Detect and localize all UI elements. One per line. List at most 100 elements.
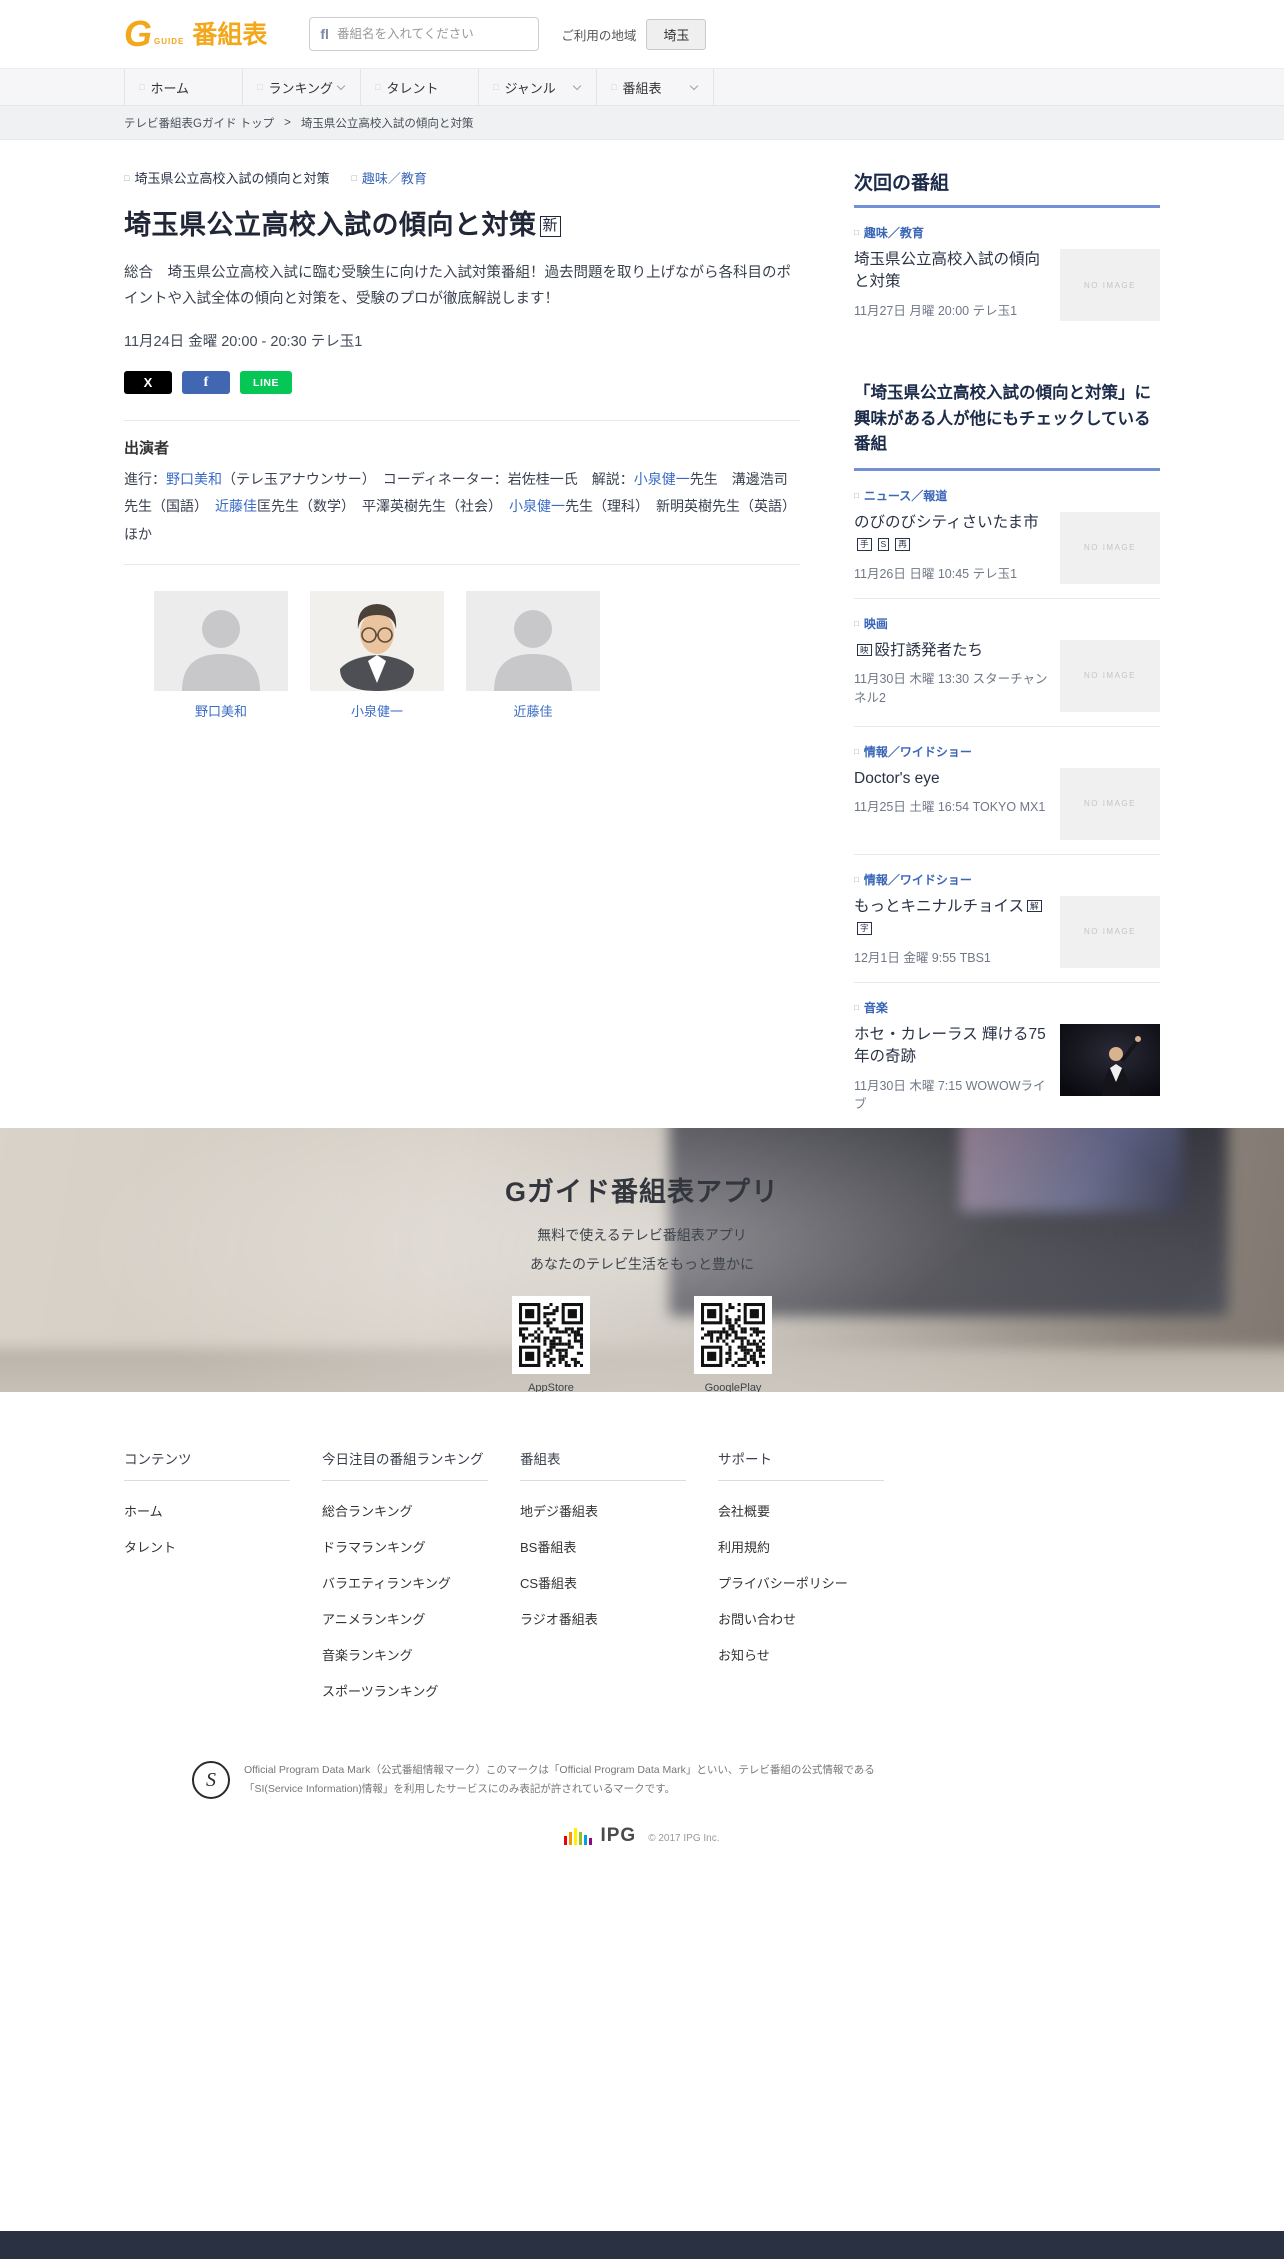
sidebar-program-date: 11月30日 木曜 13:30 スターチャンネル2 [854, 672, 1048, 705]
cast-photo-placeholder[interactable] [154, 591, 288, 692]
program-tag: □ 埼玉県公立高校入試の傾向と対策 [124, 171, 330, 186]
cast-member-link[interactable]: 小泉健一 [634, 471, 690, 487]
nav-item-2[interactable]: □ タレント [360, 69, 478, 105]
related-programs-heading: 「埼玉県公立高校入試の傾向と対策」に興味がある人が他にもチェックしている番組 [854, 381, 1160, 471]
no-image-placeholder[interactable]: NO IMAGE [1060, 767, 1160, 840]
sidebar: 次回の番組 □ 趣味／教育 埼玉県公立高校入試の傾向と対策 11月27日 月曜 20:… [854, 168, 1160, 1128]
cast-name-link[interactable]: 近藤佳 [513, 701, 552, 720]
program-thumbnail-image[interactable] [1060, 1023, 1160, 1096]
program-genre-link[interactable]: □ 趣味／教育 [351, 168, 426, 187]
cast-photo-placeholder[interactable] [466, 591, 600, 692]
genre-tag-icon: □ [854, 874, 859, 884]
program-schedule: 11月24日 金曜 20:00 - 20:30 テレ玉1 [124, 334, 363, 351]
cast-photo[interactable] [310, 591, 444, 692]
sidebar-program-title-link[interactable]: 埼玉県公立高校入試の傾向と対策 [854, 249, 1048, 294]
footer-column-1: 今日注目の番組ランキング総合ランキング ドラマランキングバラエティランキング アニメ… [322, 1448, 488, 1717]
sidebar-program-date: 11月25日 土曜 16:54 TOKYO MX1 [854, 800, 1046, 815]
official-program-data-mark-icon: S [192, 1761, 230, 1800]
sidebar-genre-link[interactable]: 映画 [864, 615, 888, 632]
sidebar-genre-link[interactable]: 音楽 [864, 999, 888, 1016]
cast-name-link[interactable]: 小泉健一 [351, 701, 403, 720]
footer-link[interactable]: 会社概要 [718, 1504, 770, 1519]
footer-link[interactable]: アニメランキング [322, 1612, 425, 1627]
sidebar-program-title-link[interactable]: 映殴打誘発者たち [854, 640, 1048, 662]
nav-item-label: ホーム [150, 80, 190, 96]
footer-link[interactable]: 地デジ番組表 [520, 1504, 598, 1519]
no-image-placeholder[interactable]: NO IMAGE [1060, 895, 1160, 968]
sidebar-program-item: □ 情報／ワイドショー もっとキニナルチョイス 解字 12月1日 金曜 9:55 TBS… [854, 855, 1160, 983]
breadcrumb-separator: > [284, 116, 291, 129]
program-attribute-badge: 映 [857, 643, 872, 657]
footer-link[interactable]: お知らせ [718, 1648, 770, 1663]
sidebar-genre-link[interactable]: 情報／ワイドショー [864, 871, 972, 888]
share-line-button[interactable]: LINE [240, 371, 292, 395]
program-attribute-badge: 再 [895, 538, 910, 551]
app-promo-title: Gガイド番組表アプリ [504, 1177, 779, 1208]
app-store-qr-googleplay[interactable]: GooglePlay [694, 1296, 772, 1392]
divider [124, 420, 800, 422]
footer-column-heading: コンテンツ [124, 1448, 290, 1482]
footer-link[interactable]: タレント [124, 1540, 176, 1555]
sidebar-program-title-link[interactable]: のびのびシティさいたま市手 S 再 [854, 512, 1048, 557]
cast-member-link[interactable]: 小泉健一 [509, 498, 565, 514]
sidebar-genre-link[interactable]: ニュース／報道 [864, 487, 947, 504]
sidebar-program-item: □ 映画映殴打誘発者たち 11月30日 木曜 13:30 スターチャンネル2 NO I… [854, 599, 1160, 727]
cast-member-link[interactable]: 近藤佳 [215, 498, 257, 514]
app-store-qr-appstore[interactable]: AppStore [512, 1296, 590, 1392]
site-header: G GUIDE 番組表 fl ご利用の地域 埼玉 [0, 0, 1284, 68]
no-image-label: NO IMAGE [1083, 280, 1136, 290]
ipg-logo-icon [564, 1827, 593, 1845]
footer-link[interactable]: お問い合わせ [718, 1612, 796, 1627]
nav-item-icon: □ [493, 82, 499, 92]
no-image-placeholder[interactable]: NO IMAGE [1060, 249, 1160, 321]
nav-item-icon: □ [139, 82, 145, 92]
footer-link[interactable]: 利用規約 [718, 1540, 770, 1555]
footer-link[interactable]: ラジオ番組表 [520, 1612, 598, 1627]
sidebar-program-item: □ 音楽 ホセ・カレーラス 輝ける75年の奇跡 11月30日 木曜 7:15 WOWO… [854, 983, 1160, 1128]
program-attribute-badge: 解 [1027, 899, 1042, 913]
share-x-button[interactable]: X [124, 371, 172, 395]
footer-link[interactable]: バラエティランキング [322, 1576, 451, 1591]
ipg-logo-text: IPG [600, 1825, 637, 1847]
region-button[interactable]: 埼玉 [646, 18, 707, 50]
breadcrumb: テレビ番組表Gガイド トップ > 埼玉県公立高校入試の傾向と対策 [0, 106, 1284, 140]
nav-item-1[interactable]: □ ランキング [242, 69, 360, 105]
sidebar-genre-link[interactable]: 情報／ワイドショー [864, 743, 972, 760]
nav-item-4[interactable]: □ 番組表 [596, 69, 714, 105]
search-icon: fl [320, 26, 329, 42]
cast-card: 小泉健一 [310, 591, 444, 721]
cast-member-link[interactable]: 野口美和 [166, 471, 222, 487]
app-promo-section: Gガイド番組表アプリ 無料で使えるテレビ番組表アプリ あなたのテレビ生活をもっと… [0, 1128, 1284, 1393]
cast-plain-text: 進行： [124, 471, 166, 488]
share-facebook-button[interactable]: f [182, 371, 230, 395]
nav-item-3[interactable]: □ ジャンル [478, 69, 596, 105]
copyright: © 2017 IPG Inc. [648, 1832, 720, 1844]
sidebar-program-title-link[interactable]: ホセ・カレーラス 輝ける75年の奇跡 [854, 1024, 1048, 1069]
footer-link[interactable]: プライバシーポリシー [718, 1576, 848, 1591]
program-description: 総合 埼玉県公立高校入試に臨む受験生に向けた入試対策番組！過去問題を取り上げなが… [124, 265, 791, 308]
footer-link[interactable]: 総合ランキング [322, 1504, 413, 1519]
gguide-logo[interactable]: G GUIDE 番組表 [124, 15, 267, 51]
footer-column-2: 番組表 地デジ番組表 BS番組表 CS番組表 ラジオ番組表 [520, 1448, 686, 1717]
no-image-label: NO IMAGE [1083, 927, 1136, 937]
nav-item-0[interactable]: □ ホーム [124, 69, 242, 105]
footer-link[interactable]: ホーム [124, 1504, 163, 1519]
footer-link[interactable]: ドラマランキング [322, 1540, 426, 1555]
breadcrumb-home-link[interactable]: テレビ番組表Gガイド トップ [124, 115, 274, 131]
search-input[interactable] [336, 27, 529, 41]
sidebar-genre-link[interactable]: 趣味／教育 [864, 224, 924, 241]
footer-column-heading: 今日注目の番組ランキング [322, 1448, 488, 1482]
sidebar-program-title-link[interactable]: もっとキニナルチョイス 解字 [854, 896, 1048, 941]
cast-name-link[interactable]: 野口美和 [195, 701, 247, 720]
footer-bottom-bar [0, 2231, 1284, 2259]
no-image-placeholder[interactable]: NO IMAGE [1060, 639, 1160, 712]
footer-link[interactable]: CS番組表 [520, 1576, 577, 1591]
footer-link[interactable]: 音楽ランキング [322, 1648, 413, 1663]
footer-link[interactable]: スポーツランキング [322, 1684, 438, 1699]
sidebar-program-title-link[interactable]: Doctor's eye [854, 768, 1048, 790]
program-attribute-badge: 手 [857, 538, 872, 551]
no-image-placeholder[interactable]: NO IMAGE [1060, 511, 1160, 584]
footer-link[interactable]: BS番組表 [520, 1540, 576, 1555]
site-footer: コンテンツホームタレント 今日注目の番組ランキング総合ランキング ドラマランキングバ… [0, 1392, 1284, 2232]
page-title: 埼玉県公立高校入試の傾向と対策新 [124, 203, 800, 242]
